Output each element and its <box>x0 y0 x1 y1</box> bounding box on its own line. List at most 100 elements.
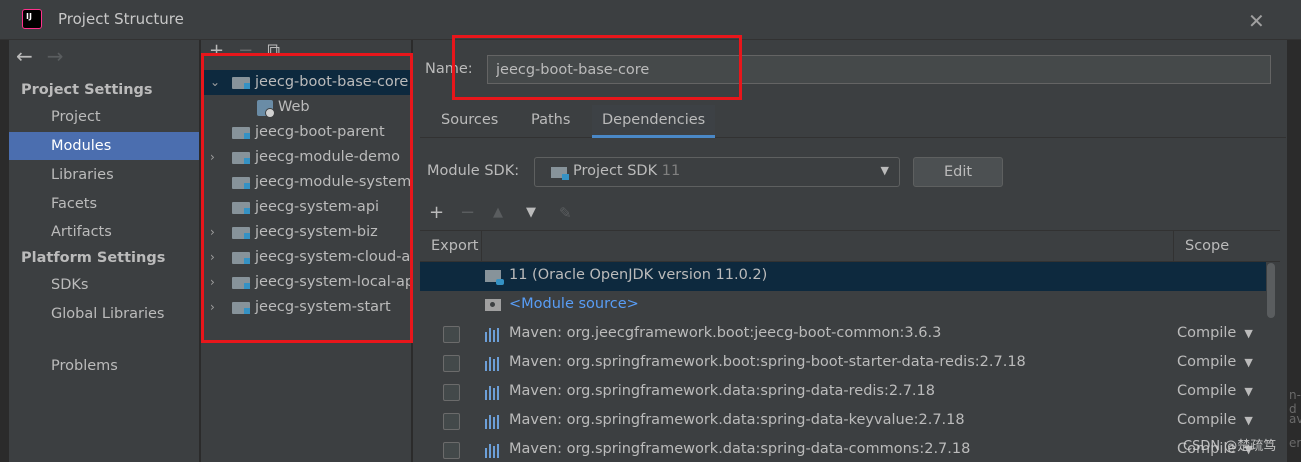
close-icon[interactable]: ✕ <box>1248 9 1265 33</box>
scope-dropdown[interactable]: Compile ▼ <box>1177 383 1253 399</box>
sidebar-item-facets[interactable]: Facets <box>9 190 199 218</box>
export-checkbox[interactable] <box>443 355 460 372</box>
window-title: Project Structure <box>58 10 184 28</box>
export-checkbox[interactable] <box>443 442 460 459</box>
sidebar-item-libraries[interactable]: Libraries <box>9 161 199 189</box>
export-checkbox[interactable] <box>443 384 460 401</box>
platform-settings-heading: Platform Settings <box>21 250 166 266</box>
forward-arrow-icon[interactable]: → <box>47 44 64 68</box>
tree-row-module[interactable]: › jeecg-system-start <box>201 295 411 320</box>
move-up-icon[interactable]: ▲ <box>493 205 503 220</box>
name-label: Name: <box>425 61 473 77</box>
add-dependency-icon[interactable]: + <box>429 202 444 223</box>
tree-row-module[interactable]: › jeecg-system-biz <box>201 220 411 245</box>
editor-gutter-strip <box>0 40 9 462</box>
background-text: er <box>1289 436 1301 450</box>
sdk-folder-icon <box>551 167 569 180</box>
copy-module-icon[interactable]: ⧉ <box>267 40 280 61</box>
tree-row-label: jeecg-system-cloud-a <box>255 249 411 265</box>
chevron-down-icon[interactable]: ⌄ <box>210 70 220 95</box>
chevron-right-icon[interactable]: › <box>210 245 215 270</box>
tree-row-module[interactable]: › jeecg-module-demo <box>201 145 411 170</box>
chevron-right-icon[interactable]: › <box>210 270 215 295</box>
dependency-name: Maven: org.jeecgframework.boot:jeecg-boo… <box>509 325 942 341</box>
source-folder-icon <box>485 299 501 311</box>
nav-arrows: ← → <box>16 44 64 68</box>
export-checkbox[interactable] <box>443 326 460 343</box>
tree-row-module[interactable]: › jeecg-system-cloud-a <box>201 245 411 270</box>
tree-row-label: Web <box>278 99 310 115</box>
chevron-right-icon[interactable]: › <box>210 145 215 170</box>
tree-row-module[interactable]: jeecg-module-system <box>201 170 411 195</box>
table-row[interactable]: Maven: org.springframework.boot:spring-b… <box>420 349 1266 378</box>
scope-dropdown[interactable]: Compile ▼ <box>1177 412 1253 428</box>
tree-row-label: jeecg-boot-parent <box>255 124 385 140</box>
back-arrow-icon[interactable]: ← <box>16 44 33 68</box>
module-sdk-dropdown[interactable]: Project SDK 11 ▼ <box>534 157 900 187</box>
dependency-toolbar: + − ▲ ▼ ✎ <box>420 199 1280 230</box>
sdk-value: Project SDK 11 <box>573 163 681 179</box>
table-row[interactable]: Maven: org.springframework.data:spring-d… <box>420 378 1266 407</box>
dependency-name: Maven: org.springframework.boot:spring-b… <box>509 354 1026 370</box>
maven-library-icon <box>485 357 501 371</box>
dependency-table-header: Export Scope <box>420 230 1280 262</box>
tab-dependencies[interactable]: Dependencies <box>592 105 716 138</box>
tree-row-label: jeecg-system-api <box>255 199 380 215</box>
tree-row-module[interactable]: jeecg-boot-parent <box>201 120 411 145</box>
module-tabs: Sources Paths Dependencies <box>420 105 1286 138</box>
move-down-icon[interactable]: ▼ <box>526 205 536 220</box>
jdk-folder-icon <box>485 270 504 285</box>
module-name-input[interactable] <box>487 55 1271 84</box>
scope-dropdown[interactable]: Compile ▼ <box>1177 354 1253 370</box>
module-sdk-label: Module SDK: <box>427 163 520 179</box>
tree-row-module[interactable]: ⌄ jeecg-boot-base-core <box>201 70 411 95</box>
sidebar-item-artifacts[interactable]: Artifacts <box>9 218 199 246</box>
tree-row-module[interactable]: jeecg-system-api <box>201 195 411 220</box>
table-row[interactable]: Maven: org.jeecgframework.boot:jeecg-boo… <box>420 320 1266 349</box>
scope-dropdown[interactable]: Compile ▼ <box>1177 325 1253 341</box>
background-editor-strip: n-d ave er <box>1287 40 1301 462</box>
export-checkbox[interactable] <box>443 413 460 430</box>
table-row[interactable]: Maven: org.springframework.data:spring-d… <box>420 407 1266 436</box>
edit-dependency-icon[interactable]: ✎ <box>559 204 572 222</box>
edit-sdk-button[interactable]: Edit <box>913 157 1003 187</box>
table-row[interactable]: 11 (Oracle OpenJDK version 11.0.2) <box>420 262 1266 291</box>
tree-row-label: jeecg-boot-base-core <box>255 74 409 90</box>
maven-library-icon <box>485 386 501 400</box>
maven-library-icon <box>485 415 501 429</box>
scrollbar-thumb[interactable] <box>1267 263 1275 318</box>
intellij-logo-icon: IJ <box>20 7 42 29</box>
module-folder-icon <box>232 152 250 164</box>
watermark: CSDN @楚疏笃 <box>1183 439 1277 454</box>
remove-module-icon[interactable]: − <box>238 40 253 61</box>
module-folder-icon <box>232 227 250 239</box>
table-row[interactable]: <Module source> <box>420 291 1266 320</box>
project-settings-heading: Project Settings <box>21 82 153 98</box>
web-facet-icon <box>257 100 275 118</box>
sidebar-item-project[interactable]: Project <box>9 103 199 131</box>
scope-column-header[interactable]: Scope <box>1173 231 1280 261</box>
chevron-right-icon[interactable]: › <box>210 295 215 320</box>
tree-row-label: jeecg-system-biz <box>255 224 378 240</box>
tree-toolbar: + − ⧉ <box>209 40 294 66</box>
tree-row-module[interactable]: › jeecg-system-local-ap <box>201 270 412 295</box>
module-folder-icon <box>232 302 250 314</box>
sidebar-item-modules[interactable]: Modules <box>9 132 199 160</box>
tab-sources[interactable]: Sources <box>431 105 508 138</box>
chevron-right-icon[interactable]: › <box>210 220 215 245</box>
remove-dependency-icon[interactable]: − <box>460 202 475 223</box>
sidebar-item-problems[interactable]: Problems <box>9 352 199 380</box>
add-module-icon[interactable]: + <box>209 40 224 61</box>
tree-row-label: jeecg-module-demo <box>255 149 400 165</box>
tree-row-facet[interactable]: Web <box>201 95 411 120</box>
module-tree: + − ⧉ ⌄ jeecg-boot-base-core Web jeecg-boo… <box>200 40 412 462</box>
maven-library-icon <box>485 444 501 458</box>
tab-paths[interactable]: Paths <box>521 105 580 138</box>
tree-row-label: jeecg-system-local-ap <box>255 274 412 290</box>
dependency-name: <Module source> <box>509 296 639 312</box>
export-column-header[interactable]: Export <box>420 231 482 261</box>
table-row[interactable]: Maven: org.springframework.data:spring-d… <box>420 436 1266 462</box>
module-folder-icon <box>232 77 250 89</box>
sidebar-item-global-libraries[interactable]: Global Libraries <box>9 300 199 328</box>
sidebar-item-sdks[interactable]: SDKs <box>9 271 199 299</box>
